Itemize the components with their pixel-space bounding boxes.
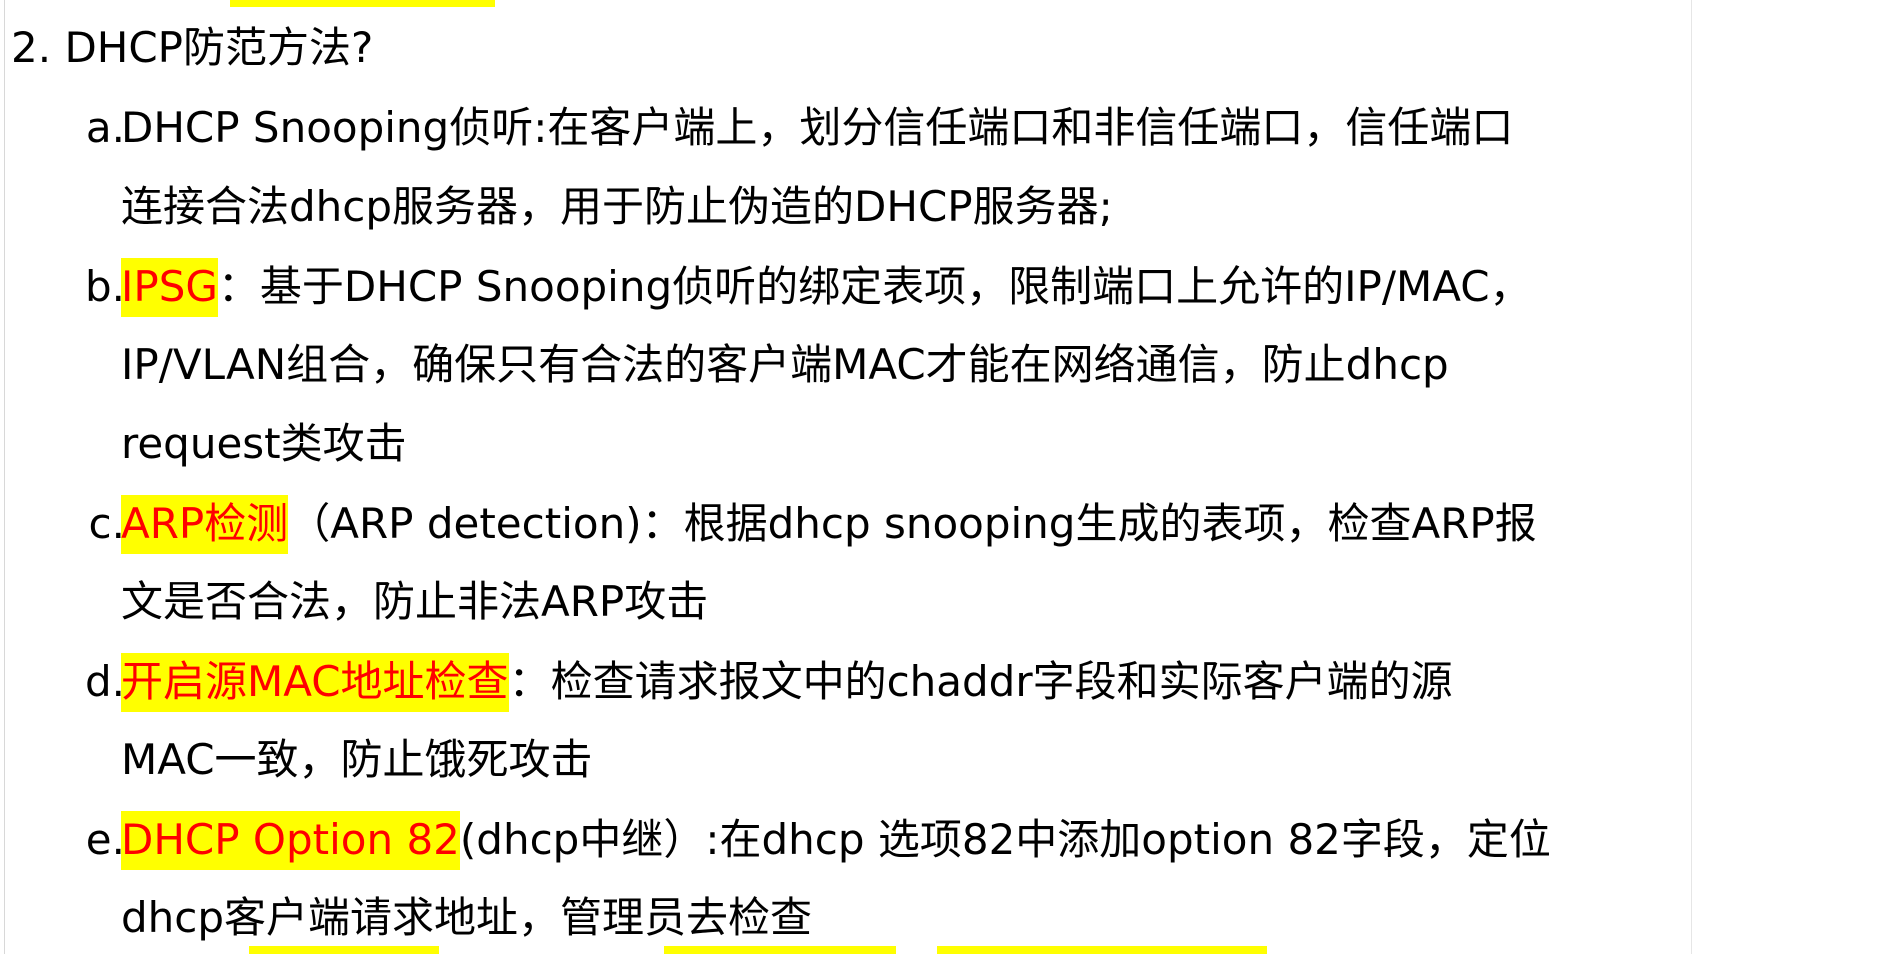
item-a-line-1: DHCP Snooping侦听:在客户端上，划分信任端口和非信任端口，信任端口 xyxy=(121,103,1514,152)
item-marker-d: d. xyxy=(84,657,125,706)
bottom-highlight-fragment-3 xyxy=(937,946,1267,954)
item-b-line-3: request类攻击 xyxy=(121,419,407,468)
item-b-line-1: IPSG：基于DHCP Snooping侦听的绑定表项，限制端口上允许的IP/M… xyxy=(121,257,1532,317)
item-marker-a: a. xyxy=(85,103,125,152)
item-d-highlight: 开启源MAC地址检查 xyxy=(121,653,509,712)
item-c-line-2: 文是否合法，防止非法ARP攻击 xyxy=(121,577,709,626)
item-b-highlight: IPSG xyxy=(121,258,218,317)
item-e-line-1: DHCP Option 82(dhcp中继）:在dhcp 选项82中添加opti… xyxy=(121,810,1551,870)
item-d-line-1: 开启源MAC地址检查：检查请求报文中的chaddr字段和实际客户端的源 xyxy=(121,652,1453,712)
heading-text: DHCP防范方法? xyxy=(64,23,374,72)
item-b-line-2: IP/VLAN组合，确保只有合法的客户端MAC才能在网络通信，防止dhcp xyxy=(121,340,1449,389)
item-b-first-rest: ：基于DHCP Snooping侦听的绑定表项，限制端口上允许的IP/MAC， xyxy=(217,262,1532,311)
item-marker-e: e. xyxy=(85,815,125,864)
item-e-line-2: dhcp客户端请求地址，管理员去检查 xyxy=(121,893,813,942)
item-marker-b: b. xyxy=(84,262,125,311)
item-e-first-rest: (dhcp中继）:在dhcp 选项82中添加option 82字段，定位 xyxy=(459,815,1551,864)
item-marker-c: c. xyxy=(88,499,125,548)
top-highlight-fragment xyxy=(230,0,495,7)
heading: 2. DHCP防范方法? xyxy=(11,18,373,78)
document-body: 2. DHCP防范方法? a. DHCP Snooping侦听:在客户端上，划分… xyxy=(4,0,1692,954)
item-d-line-2: MAC一致，防止饿死攻击 xyxy=(121,735,593,784)
item-c-first-rest: （ARP detection)：根据dhcp snooping生成的表项，检查A… xyxy=(288,499,1537,548)
item-a-line-2: 连接合法dhcp服务器，用于防止伪造的DHCP服务器; xyxy=(121,182,1113,231)
item-c-line-1: ARP检测（ARP detection)：根据dhcp snooping生成的表… xyxy=(121,494,1537,554)
heading-number: 2. xyxy=(11,23,52,72)
item-c-highlight: ARP检测 xyxy=(121,495,289,554)
item-e-highlight: DHCP Option 82 xyxy=(121,811,460,870)
item-d-first-rest: ：检查请求报文中的chaddr字段和实际客户端的源 xyxy=(508,657,1453,706)
page: 2. DHCP防范方法? a. DHCP Snooping侦听:在客户端上，划分… xyxy=(0,0,1892,954)
